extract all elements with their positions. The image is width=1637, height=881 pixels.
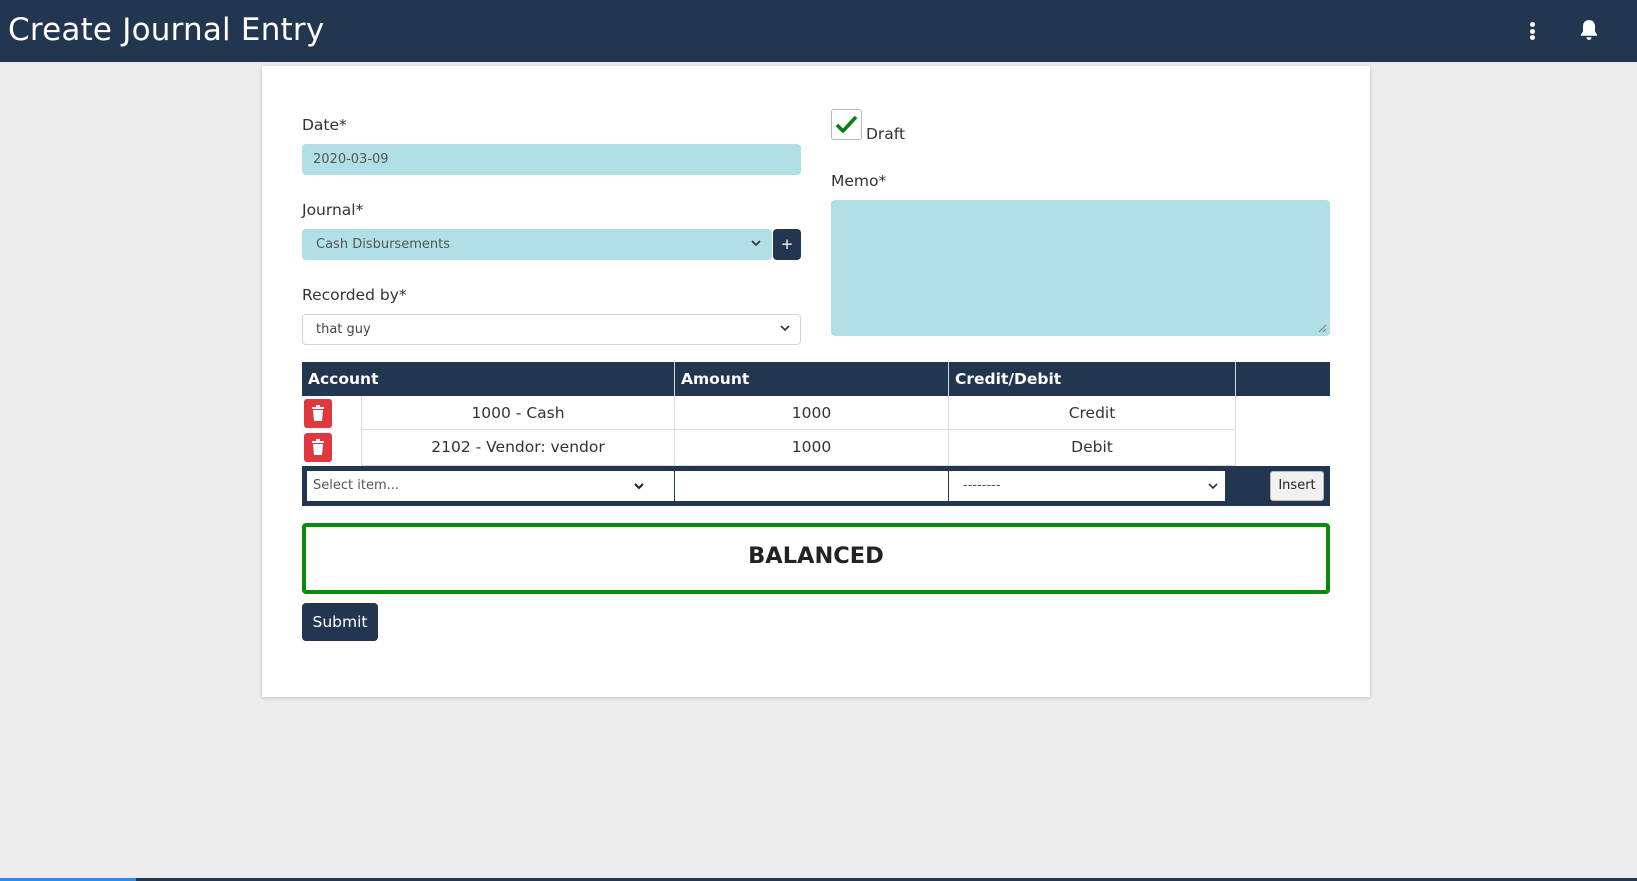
credit-debit-select[interactable]: -------- (949, 471, 1225, 501)
memo-label: Memo* (831, 172, 887, 190)
table-row: 1000 - Cash 1000 Credit (302, 396, 1330, 430)
amount-cell: 1000 (675, 430, 949, 466)
page-title: Create Journal Entry (8, 12, 325, 48)
journal-value: Cash Disbursements (316, 237, 450, 252)
recorded-by-select[interactable]: that guy (302, 314, 801, 345)
amount-input[interactable] (675, 471, 948, 501)
column-header-amount: Amount (675, 362, 949, 396)
column-header-credit-debit: Credit/Debit (949, 362, 1236, 396)
chevron-down-icon (751, 240, 761, 247)
credit-debit-cell: Debit (949, 430, 1236, 466)
chevron-down-icon (780, 325, 790, 332)
add-journal-button[interactable]: + (773, 229, 801, 260)
memo-textarea[interactable] (831, 200, 1330, 336)
account-cell: 2102 - Vendor: vendor (361, 430, 675, 466)
amount-cell: 1000 (675, 396, 949, 430)
new-line-bar: Select item... -------- Insert (302, 466, 1330, 506)
checkmark-icon (835, 115, 858, 133)
kebab-menu-icon[interactable] (1524, 20, 1540, 42)
resize-grip-icon[interactable] (1318, 324, 1327, 333)
column-header-account: Account (302, 362, 675, 396)
recorded-by-value: that guy (316, 322, 371, 337)
balance-status-text: BALANCED (748, 543, 884, 569)
date-label: Date* (302, 116, 347, 134)
lines-table-header: Account Amount Credit/Debit (302, 362, 1330, 396)
date-field[interactable]: 2020-03-09 (302, 144, 801, 175)
submit-button[interactable]: Submit (302, 603, 378, 641)
table-row: 2102 - Vendor: vendor 1000 Debit (302, 430, 1330, 466)
journal-label: Journal* (302, 201, 364, 219)
account-select-placeholder: Select item... (313, 478, 400, 493)
top-bar: Create Journal Entry (0, 0, 1637, 62)
journal-entry-card: Date* 2020-03-09 Journal* Cash Disbursem… (262, 66, 1370, 697)
delete-row-button[interactable] (304, 433, 332, 462)
account-select[interactable]: Select item... (307, 471, 674, 501)
insert-button[interactable]: Insert (1270, 471, 1324, 501)
bell-icon[interactable] (1578, 18, 1600, 42)
credit-debit-cell: Credit (949, 396, 1236, 430)
balance-status-box: BALANCED (302, 523, 1330, 594)
credit-debit-select-value: -------- (963, 478, 1001, 493)
trash-icon (312, 439, 324, 455)
date-value: 2020-03-09 (313, 152, 389, 167)
chevron-down-icon (634, 483, 644, 490)
draft-label: Draft (866, 125, 906, 143)
delete-row-button[interactable] (304, 399, 332, 428)
account-cell: 1000 - Cash (361, 396, 675, 430)
journal-select[interactable]: Cash Disbursements (302, 229, 772, 260)
recorded-by-label: Recorded by* (302, 286, 407, 304)
draft-checkbox[interactable] (831, 109, 862, 140)
trash-icon (312, 405, 324, 421)
chevron-down-icon (1208, 483, 1218, 490)
